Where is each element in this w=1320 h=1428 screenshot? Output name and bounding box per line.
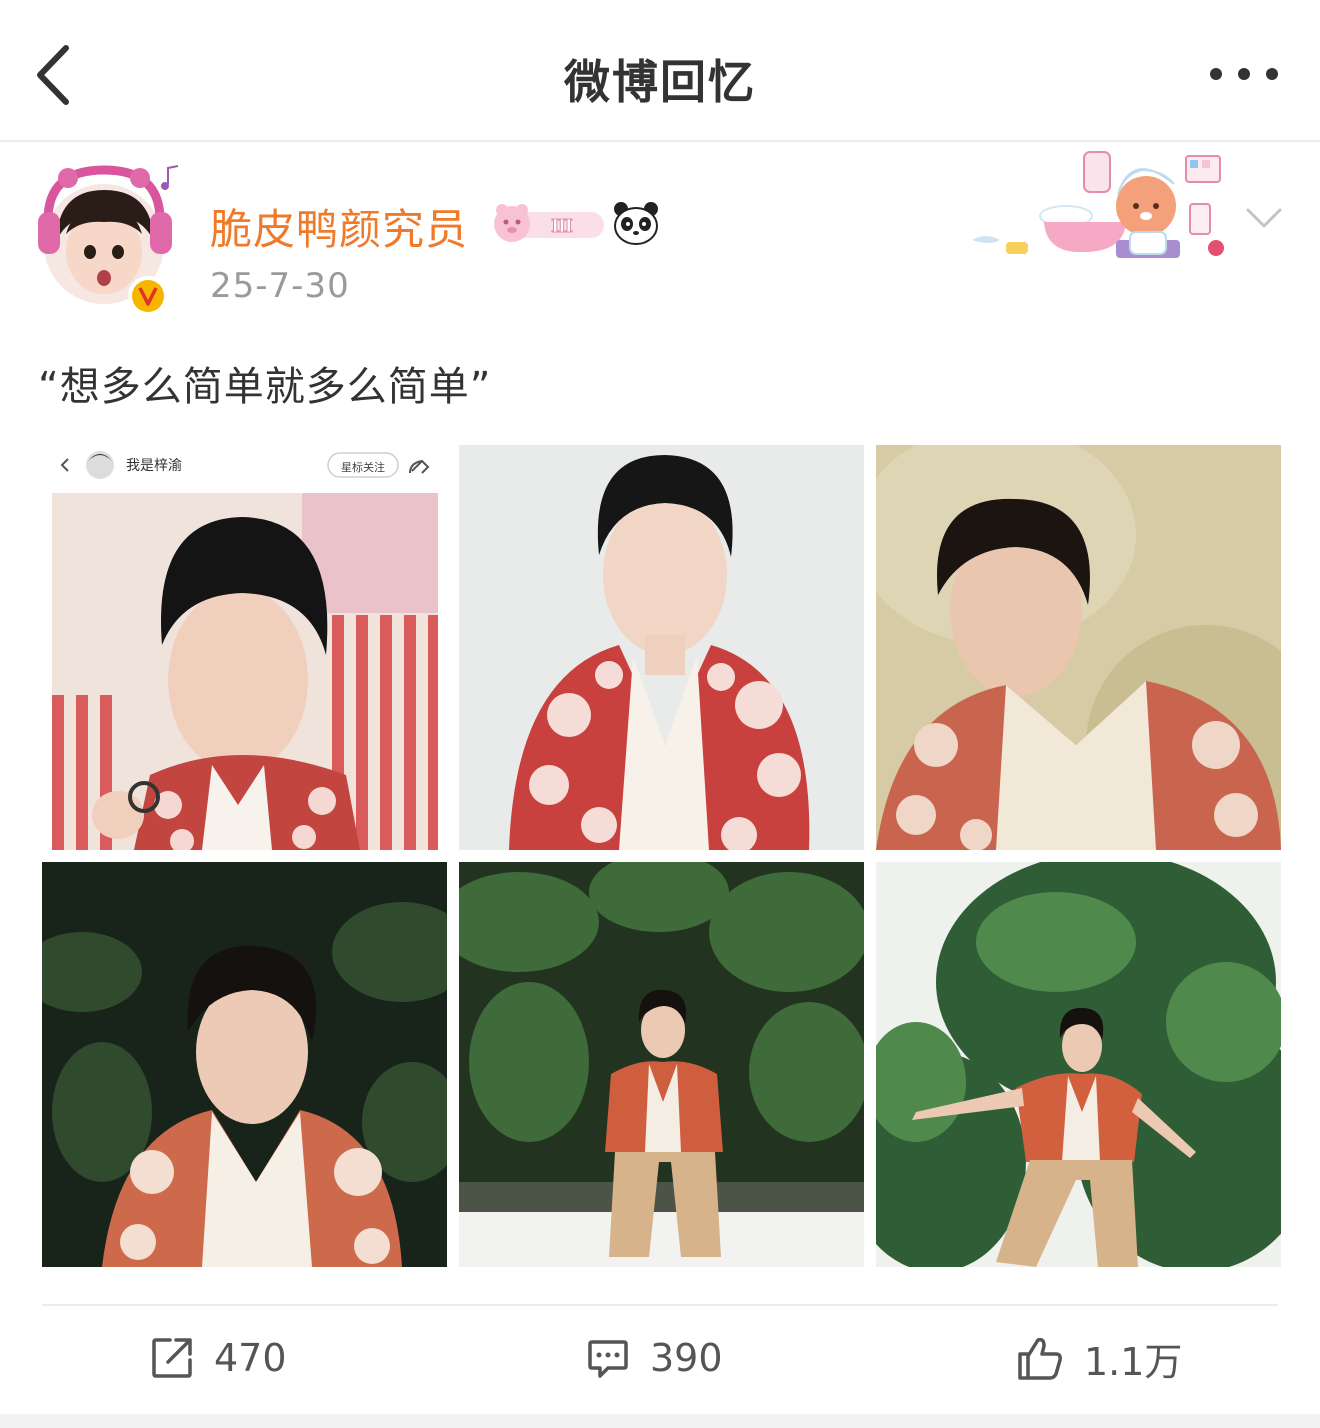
photo-3[interactable]	[876, 445, 1281, 850]
panda-icon	[612, 200, 660, 246]
inner-username: 我是梓渝	[126, 458, 182, 474]
repost-button[interactable]: 470	[150, 1330, 287, 1386]
post-text: “想多么简单就多么简单”	[38, 364, 492, 410]
nav-bar: 微博回忆	[0, 0, 1320, 142]
author-name[interactable]: 脆皮鸭颜究员	[210, 196, 468, 257]
inner-follow-button: 星标关注	[341, 461, 385, 474]
author-avatar[interactable]	[34, 160, 182, 318]
fan-badge-level: Ⅲ	[551, 216, 573, 237]
page-title: 微博回忆	[564, 55, 756, 109]
chevron-down-icon	[1246, 208, 1282, 228]
action-divider	[42, 1304, 1278, 1306]
comment-button[interactable]: 390	[586, 1330, 723, 1386]
verified-icon	[128, 276, 168, 316]
fan-badge: Ⅲ	[490, 202, 608, 246]
photo-6[interactable]	[876, 862, 1281, 1267]
post-menu-button[interactable]	[1244, 206, 1284, 230]
decorative-card-illustration	[966, 146, 1234, 268]
like-button[interactable]: 1.1万	[1016, 1330, 1182, 1386]
like-icon	[1018, 1337, 1062, 1380]
repost-icon	[152, 1338, 192, 1378]
photo-1[interactable]: 我是梓渝 星标关注	[42, 445, 447, 850]
comment-icon	[588, 1340, 628, 1378]
repost-count: 470	[214, 1336, 287, 1380]
comment-count: 390	[650, 1336, 723, 1380]
bottom-strip	[0, 1414, 1320, 1428]
like-count: 1.1万	[1084, 1339, 1183, 1384]
photo-5[interactable]	[459, 862, 864, 1267]
more-button[interactable]	[1208, 62, 1280, 86]
more-icon	[1210, 68, 1278, 80]
post-time: 25-7-30	[210, 266, 350, 306]
photo-2[interactable]	[459, 445, 864, 850]
photo-4[interactable]	[42, 862, 447, 1267]
